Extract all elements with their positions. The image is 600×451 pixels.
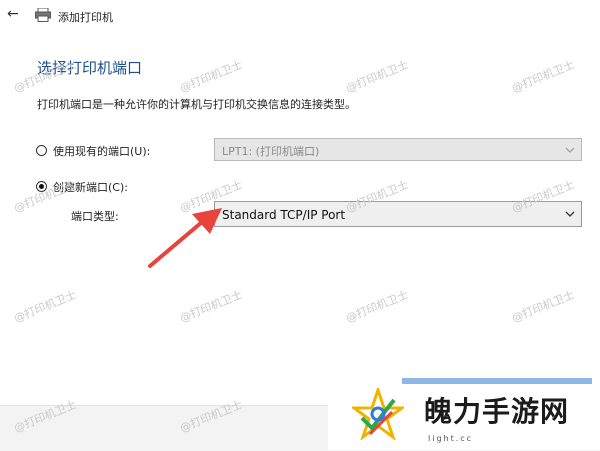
brand-logo: 魄力手游网 light.cc — [328, 358, 600, 450]
watermark-text: @打印机卫士 — [178, 58, 245, 95]
existing-port-value: LPT1: (打印机端口) — [222, 145, 320, 158]
brand-url: light.cc — [428, 434, 474, 443]
watermark-text: @打印机卫士 — [510, 58, 577, 95]
back-arrow-icon[interactable]: ← — [7, 6, 23, 22]
window-title: 添加打印机 — [58, 11, 113, 24]
star-logo-icon — [352, 388, 404, 440]
chevron-down-icon[interactable] — [565, 209, 575, 219]
watermark-text: @打印机卫士 — [178, 288, 245, 325]
brand-name: 魄力手游网 — [424, 395, 570, 428]
existing-port-radio[interactable] — [36, 145, 47, 156]
watermark-text: @打印机卫士 — [510, 288, 577, 325]
existing-port-label[interactable]: 使用现有的端口(U): — [53, 143, 150, 159]
printer-icon — [35, 8, 51, 22]
port-type-label: 端口类型: — [71, 210, 119, 223]
chevron-down-icon — [565, 147, 575, 153]
logo-band — [402, 378, 592, 384]
watermark-text: @打印机卫士 — [12, 288, 79, 325]
port-type-value: Standard TCP/IP Port — [222, 208, 346, 222]
title-bar: ← 添加打印机 — [0, 0, 600, 32]
watermark-text: @打印机卫士 — [344, 58, 411, 95]
watermark-text: @打印机卫士 — [344, 288, 411, 325]
existing-port-select: LPT1: (打印机端口) — [214, 138, 582, 161]
page-description: 打印机端口是一种允许你的计算机与打印机交换信息的连接类型。 — [37, 98, 356, 111]
